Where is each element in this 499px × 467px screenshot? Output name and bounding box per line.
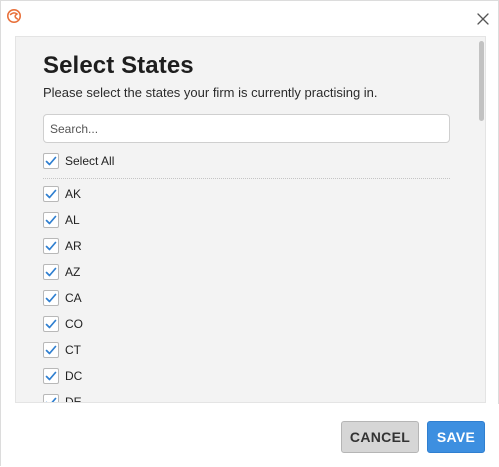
state-label: CO <box>65 317 83 331</box>
state-label: AK <box>65 187 82 201</box>
state-checkbox[interactable] <box>43 212 59 228</box>
divider <box>43 178 450 179</box>
state-label: AL <box>65 213 80 227</box>
state-label: DC <box>65 369 83 383</box>
state-label: CA <box>65 291 82 305</box>
dialog-window: Select States Please select the states y… <box>0 0 499 467</box>
app-logo-icon <box>6 8 22 24</box>
scrollbar-thumb[interactable] <box>479 41 484 121</box>
state-checkbox[interactable] <box>43 394 59 402</box>
cancel-button[interactable]: CANCEL <box>341 421 419 453</box>
state-checkbox-item[interactable]: AK <box>43 185 81 203</box>
checkmark-icon <box>45 241 57 251</box>
state-label: AZ <box>65 265 81 279</box>
state-checkbox-item[interactable]: CT <box>43 341 81 359</box>
state-checkbox[interactable] <box>43 342 59 358</box>
checkmark-icon <box>45 189 57 199</box>
checkmark-icon <box>45 371 57 381</box>
state-checkbox-item[interactable]: CO <box>43 315 83 333</box>
state-label: DE <box>65 395 82 403</box>
state-checkbox-item[interactable]: CA <box>43 289 82 307</box>
search-input[interactable] <box>43 114 450 143</box>
state-checkbox[interactable] <box>43 264 59 280</box>
checkmark-icon <box>45 345 57 355</box>
state-checkbox-item[interactable]: AZ <box>43 263 80 281</box>
close-icon[interactable] <box>473 9 493 29</box>
checkmark-icon <box>45 267 57 277</box>
state-checkbox[interactable] <box>43 186 59 202</box>
state-selection-panel: Select States Please select the states y… <box>15 36 486 403</box>
page-title: Select States <box>43 52 194 79</box>
checkmark-icon <box>45 156 57 166</box>
page-description: Please select the states your firm is cu… <box>43 85 378 100</box>
dialog-footer: CANCEL SAVE <box>1 404 499 467</box>
state-checkbox[interactable] <box>43 238 59 254</box>
state-checkbox-item[interactable]: DC <box>43 367 82 385</box>
state-checkbox[interactable] <box>43 316 59 332</box>
select-all-label: Select All <box>65 154 115 168</box>
titlebar <box>1 1 499 35</box>
checkmark-icon <box>45 319 57 329</box>
state-checkbox-item[interactable]: AR <box>43 237 82 255</box>
select-all-box[interactable] <box>43 153 59 169</box>
state-label: CT <box>65 343 81 357</box>
checkmark-icon <box>45 293 57 303</box>
save-button[interactable]: SAVE <box>427 421 485 453</box>
select-all-checkbox[interactable]: Select All <box>43 152 114 170</box>
state-checkbox[interactable] <box>43 368 59 384</box>
state-checkbox-item[interactable]: AL <box>43 211 80 229</box>
checkmark-icon <box>45 397 57 402</box>
state-label: AR <box>65 239 82 253</box>
state-checkbox[interactable] <box>43 290 59 306</box>
scrollbar[interactable] <box>477 37 485 402</box>
checkmark-icon <box>45 215 57 225</box>
state-checkbox-item[interactable]: DE <box>43 393 82 403</box>
